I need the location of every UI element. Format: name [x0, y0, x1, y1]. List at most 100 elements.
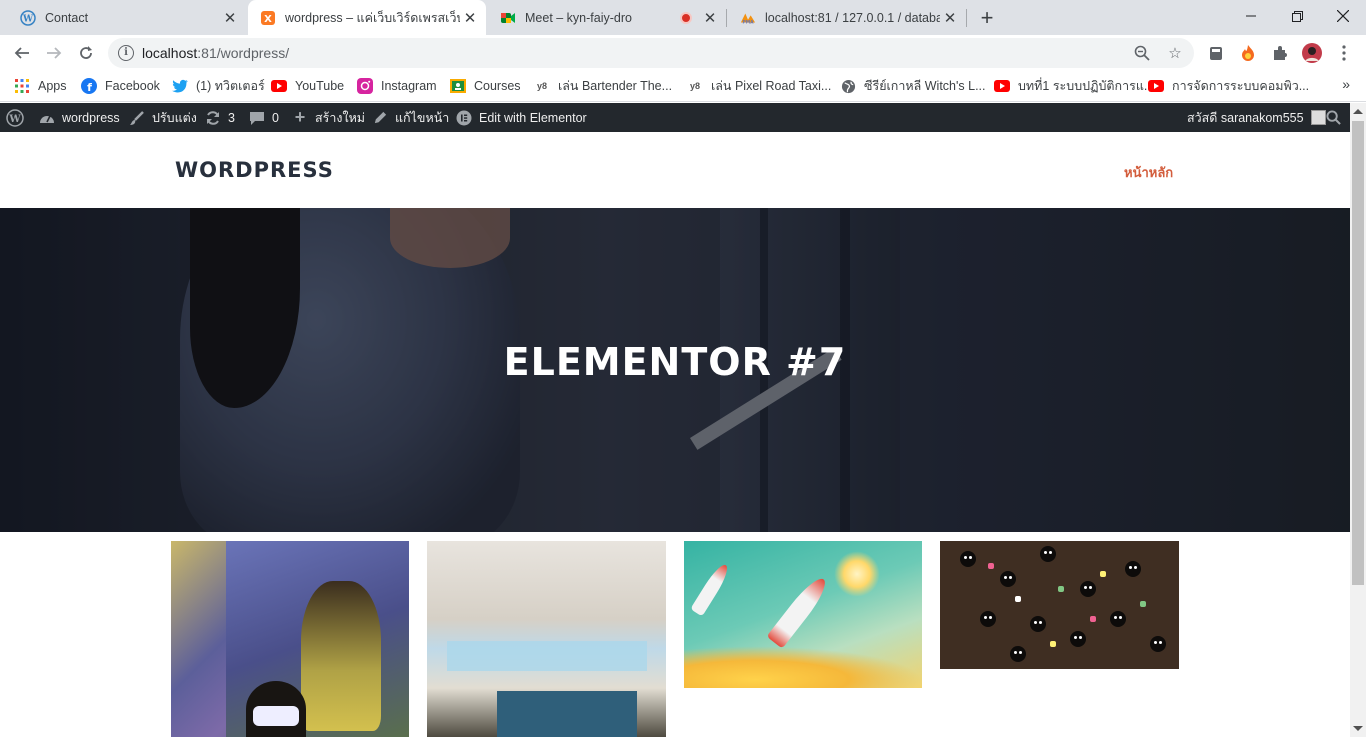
zoom-icon[interactable]: [1132, 43, 1152, 63]
svg-text:PMA: PMA: [742, 19, 754, 25]
bookmark-computer-management[interactable]: การจัดการระบบคอมพิว...: [1148, 75, 1309, 97]
page-scrollbar[interactable]: [1350, 103, 1366, 737]
globe-icon: [840, 78, 856, 94]
wp-admin-bar: W wordpress ปรับแต่ง 3 0 + สร้างใหม่ แก้…: [0, 103, 1350, 132]
gallery-image-4[interactable]: [940, 541, 1179, 669]
youtube-icon: [1148, 78, 1164, 94]
bookmark-label: เล่น Pixel Road Taxi...: [711, 79, 832, 93]
user-avatar: [1310, 110, 1326, 125]
minimize-button[interactable]: [1228, 0, 1274, 32]
updates-count: 3: [228, 110, 235, 125]
comments-count: 0: [272, 110, 279, 125]
tab-contact[interactable]: W Contact ✕: [8, 0, 246, 35]
extension-fire-icon[interactable]: [1237, 42, 1259, 64]
bookmark-twitter[interactable]: (1) ทวิตเตอร์: [172, 75, 265, 97]
youtube-icon: [994, 78, 1010, 94]
facebook-icon: f: [81, 78, 97, 94]
bookmark-label: Instagram: [381, 79, 437, 93]
new-tab-button[interactable]: +: [974, 5, 1000, 31]
site-name-label: wordpress: [62, 110, 120, 125]
site-title[interactable]: WORDPRESS: [175, 158, 334, 182]
tab-wordpress[interactable]: X wordpress – แค่เว็บเวิร์ดเพรสเว็บหนึ่ง…: [248, 0, 486, 35]
tab-title: Meet – kyn-faiy-dro: [525, 10, 632, 25]
site-info-icon[interactable]: i: [118, 45, 134, 61]
updates-menu[interactable]: 3: [204, 103, 235, 132]
forward-button[interactable]: [40, 39, 68, 67]
reload-button[interactable]: [72, 39, 100, 67]
gallery-image-3[interactable]: [684, 541, 922, 688]
close-tab-icon[interactable]: ✕: [220, 8, 240, 28]
back-button[interactable]: [8, 39, 36, 67]
extension-cache-icon[interactable]: [1205, 42, 1227, 64]
customize-label: ปรับแต่ง: [152, 110, 197, 125]
bookmark-youtube[interactable]: YouTube: [271, 75, 344, 97]
edit-with-elementor-menu[interactable]: Edit with Elementor: [455, 103, 587, 132]
paintbrush-icon: [128, 109, 146, 127]
wp-logo-menu[interactable]: W: [6, 103, 30, 132]
apps-grid-icon: [14, 78, 30, 94]
elementor-label: Edit with Elementor: [479, 110, 587, 125]
profile-avatar[interactable]: [1301, 42, 1323, 64]
google-meet-icon: [500, 10, 516, 26]
site-name-menu[interactable]: wordpress: [38, 103, 120, 132]
plus-icon: +: [294, 107, 306, 127]
dashboard-gauge-icon: [38, 109, 56, 127]
reload-icon: [80, 46, 92, 59]
close-window-button[interactable]: [1320, 0, 1366, 32]
bookmark-label: (1) ทวิตเตอร์: [196, 79, 265, 93]
scrollbar-thumb[interactable]: [1352, 121, 1364, 585]
gallery-image-1[interactable]: [171, 541, 409, 737]
comment-bubble-icon: [248, 109, 266, 127]
bookmark-star-icon[interactable]: ☆: [1165, 43, 1185, 63]
new-content-menu[interactable]: + สร้างใหม่: [291, 103, 365, 132]
browser-toolbar: i localhost:81/wordpress/ ☆: [0, 35, 1366, 71]
tab-phpmyadmin[interactable]: PMA localhost:81 / 127.0.0.1 / databas ✕: [728, 0, 966, 35]
svg-text:f: f: [87, 81, 92, 94]
close-tab-icon[interactable]: ✕: [700, 8, 720, 28]
nav-home-link[interactable]: หน้าหลัก: [1124, 162, 1173, 183]
admin-search-button[interactable]: [1326, 103, 1341, 132]
tab-meet[interactable]: Meet – kyn-faiy-dro ✕: [488, 0, 726, 35]
gallery-image-2[interactable]: [427, 541, 666, 737]
address-bar[interactable]: i localhost:81/wordpress/ ☆: [108, 38, 1194, 68]
svg-text:W: W: [8, 114, 21, 125]
close-tab-icon[interactable]: ✕: [940, 8, 960, 28]
tab-separator: [966, 9, 967, 27]
bookmark-label: Courses: [474, 79, 521, 93]
svg-text:W: W: [22, 14, 34, 24]
close-tab-icon[interactable]: ✕: [460, 8, 480, 28]
new-content-label: สร้างใหม่: [315, 110, 366, 125]
youtube-icon: [271, 78, 287, 94]
customize-menu[interactable]: ปรับแต่ง: [128, 103, 197, 132]
bookmark-os-chapter1[interactable]: บทที่1 ระบบปฏิบัติการแ...: [994, 75, 1154, 97]
tab-title: localhost:81 / 127.0.0.1 / databas: [765, 10, 940, 25]
bookmark-pixel-road-taxi[interactable]: y8 เล่น Pixel Road Taxi...: [687, 75, 831, 97]
bookmark-bartender[interactable]: y8 เล่น Bartender The...: [534, 75, 672, 97]
bookmark-apps[interactable]: Apps: [14, 75, 67, 97]
bookmark-korean-series[interactable]: ซีรีย์เกาหลี Witch's L...: [840, 75, 985, 97]
comments-menu[interactable]: 0: [248, 103, 279, 132]
scroll-down-arrow-icon[interactable]: [1353, 726, 1363, 731]
game-icon: y8: [689, 81, 700, 91]
bookmark-label: เล่น Bartender The...: [558, 79, 673, 93]
updates-icon: [204, 109, 222, 127]
bookmark-label: การจัดการระบบคอมพิว...: [1172, 79, 1310, 93]
game-icon: y8: [536, 81, 547, 91]
bookmarks-overflow-icon[interactable]: »: [1342, 76, 1350, 92]
bookmark-facebook[interactable]: f Facebook: [81, 75, 160, 97]
extensions-puzzle-icon[interactable]: [1269, 42, 1291, 64]
bookmark-courses[interactable]: Courses: [450, 75, 521, 97]
svg-text:X: X: [264, 14, 272, 25]
my-account-menu[interactable]: สวัสดี saranakom555: [1187, 103, 1326, 132]
bookmark-label: บทที่1 ระบบปฏิบัติการแ...: [1018, 79, 1155, 93]
hero-banner: ELEMENTOR #7: [0, 208, 1350, 532]
bookmark-instagram[interactable]: Instagram: [357, 75, 437, 97]
edit-page-menu[interactable]: แก้ไขหน้า: [371, 103, 449, 132]
restore-button[interactable]: [1274, 0, 1320, 32]
scroll-up-arrow-icon[interactable]: [1353, 109, 1363, 114]
browser-menu-icon[interactable]: [1333, 42, 1355, 64]
tab-separator: [726, 9, 727, 27]
tab-title: Contact: [45, 10, 89, 25]
url-text[interactable]: localhost:81/wordpress/: [142, 45, 289, 61]
recording-indicator-icon: [680, 11, 692, 24]
